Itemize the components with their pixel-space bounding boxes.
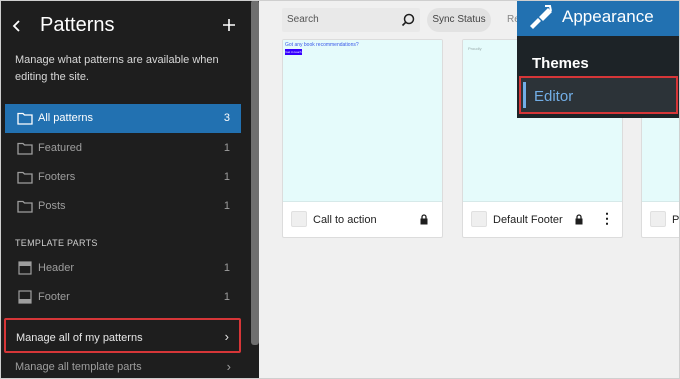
manage-parts-label: Manage all template parts xyxy=(15,361,142,373)
sidebar-item-label: Footers xyxy=(38,171,76,183)
more-options-icon[interactable]: ⋮ xyxy=(600,210,614,226)
sidebar-item-label: Posts xyxy=(38,200,66,212)
chevron-right-icon: › xyxy=(224,329,229,344)
sidebar-item-header[interactable]: Header 1 xyxy=(5,254,241,283)
admin-appearance-menu: Appearance Themes Editor xyxy=(517,0,680,118)
footer-icon xyxy=(18,290,32,304)
search-icon xyxy=(401,13,415,27)
themes-menu-item[interactable]: Themes xyxy=(532,55,589,72)
patterns-sidebar: Patterns Manage what patterns are availa… xyxy=(0,0,259,379)
folder-icon xyxy=(17,171,33,184)
select-checkbox[interactable] xyxy=(291,211,307,227)
sidebar-item-count: 1 xyxy=(223,200,230,212)
lock-icon xyxy=(420,214,428,225)
template-parts-heading: TEMPLATE PARTS xyxy=(15,238,98,248)
pattern-preview[interactable]: Got any book recommendations? Get in tou… xyxy=(283,40,442,202)
sidebar-item-footer[interactable]: Footer 1 xyxy=(5,283,241,312)
add-pattern-button[interactable] xyxy=(219,13,239,37)
manage-all-template-parts-link[interactable]: Manage all template parts › xyxy=(5,356,241,379)
search-input[interactable]: Search xyxy=(282,8,420,32)
sidebar-item-count: 1 xyxy=(223,291,230,303)
editor-label: Editor xyxy=(534,88,574,105)
preview-footer-text: Proudly xyxy=(468,46,482,51)
sidebar-description: Manage what patterns are available when … xyxy=(15,54,219,83)
sync-status-filter[interactable]: Sync Status xyxy=(427,8,491,32)
sidebar-item-count: 3 xyxy=(223,112,230,124)
pattern-title: Call to action xyxy=(313,214,377,226)
sidebar-item-count: 1 xyxy=(223,262,230,274)
sidebar-item-count: 1 xyxy=(223,142,230,154)
pattern-card-call-to-action[interactable]: Got any book recommendations? Get in tou… xyxy=(282,39,443,238)
folder-icon xyxy=(17,200,33,213)
manage-all-patterns-link[interactable]: Manage all of my patterns › xyxy=(4,318,241,353)
sidebar-item-footers[interactable]: Footers 1 xyxy=(5,163,241,192)
sidebar-item-label: Featured xyxy=(38,142,83,154)
select-checkbox[interactable] xyxy=(650,211,666,227)
sidebar-item-label: All patterns xyxy=(38,112,94,124)
pattern-title: Default Footer xyxy=(493,214,563,226)
plus-icon xyxy=(223,19,235,31)
sidebar-title: Patterns xyxy=(40,14,115,36)
chevron-left-icon xyxy=(12,20,20,32)
pattern-title: Po xyxy=(672,214,680,226)
search-placeholder: Search xyxy=(287,14,319,25)
manage-patterns-label: Manage all of my patterns xyxy=(16,332,143,344)
sidebar-header: Patterns xyxy=(0,0,259,52)
sidebar-item-all-patterns[interactable]: All patterns 3 xyxy=(5,104,241,133)
folder-icon xyxy=(17,142,33,155)
preview-heading: Got any book recommendations? xyxy=(285,42,359,48)
select-checkbox[interactable] xyxy=(471,211,487,227)
current-indicator xyxy=(523,82,526,108)
back-button[interactable] xyxy=(8,16,26,36)
preview-button: Get in touch xyxy=(285,49,302,55)
chevron-right-icon: › xyxy=(226,359,231,374)
sidebar-item-label: Header xyxy=(38,262,75,274)
folder-icon xyxy=(17,112,33,125)
sidebar-scrollbar[interactable] xyxy=(251,0,259,345)
sidebar-item-posts[interactable]: Posts 1 xyxy=(5,192,241,221)
sidebar-item-label: Footer xyxy=(38,291,70,303)
sidebar-item-count: 1 xyxy=(223,171,230,183)
appearance-menu-item[interactable]: Appearance xyxy=(517,0,680,36)
header-icon xyxy=(18,261,32,275)
editor-menu-item[interactable]: Editor xyxy=(519,76,678,114)
sidebar-item-featured[interactable]: Featured 1 xyxy=(5,134,241,163)
lock-icon xyxy=(575,214,583,225)
paintbrush-icon xyxy=(530,5,552,29)
appearance-label: Appearance xyxy=(562,7,654,26)
